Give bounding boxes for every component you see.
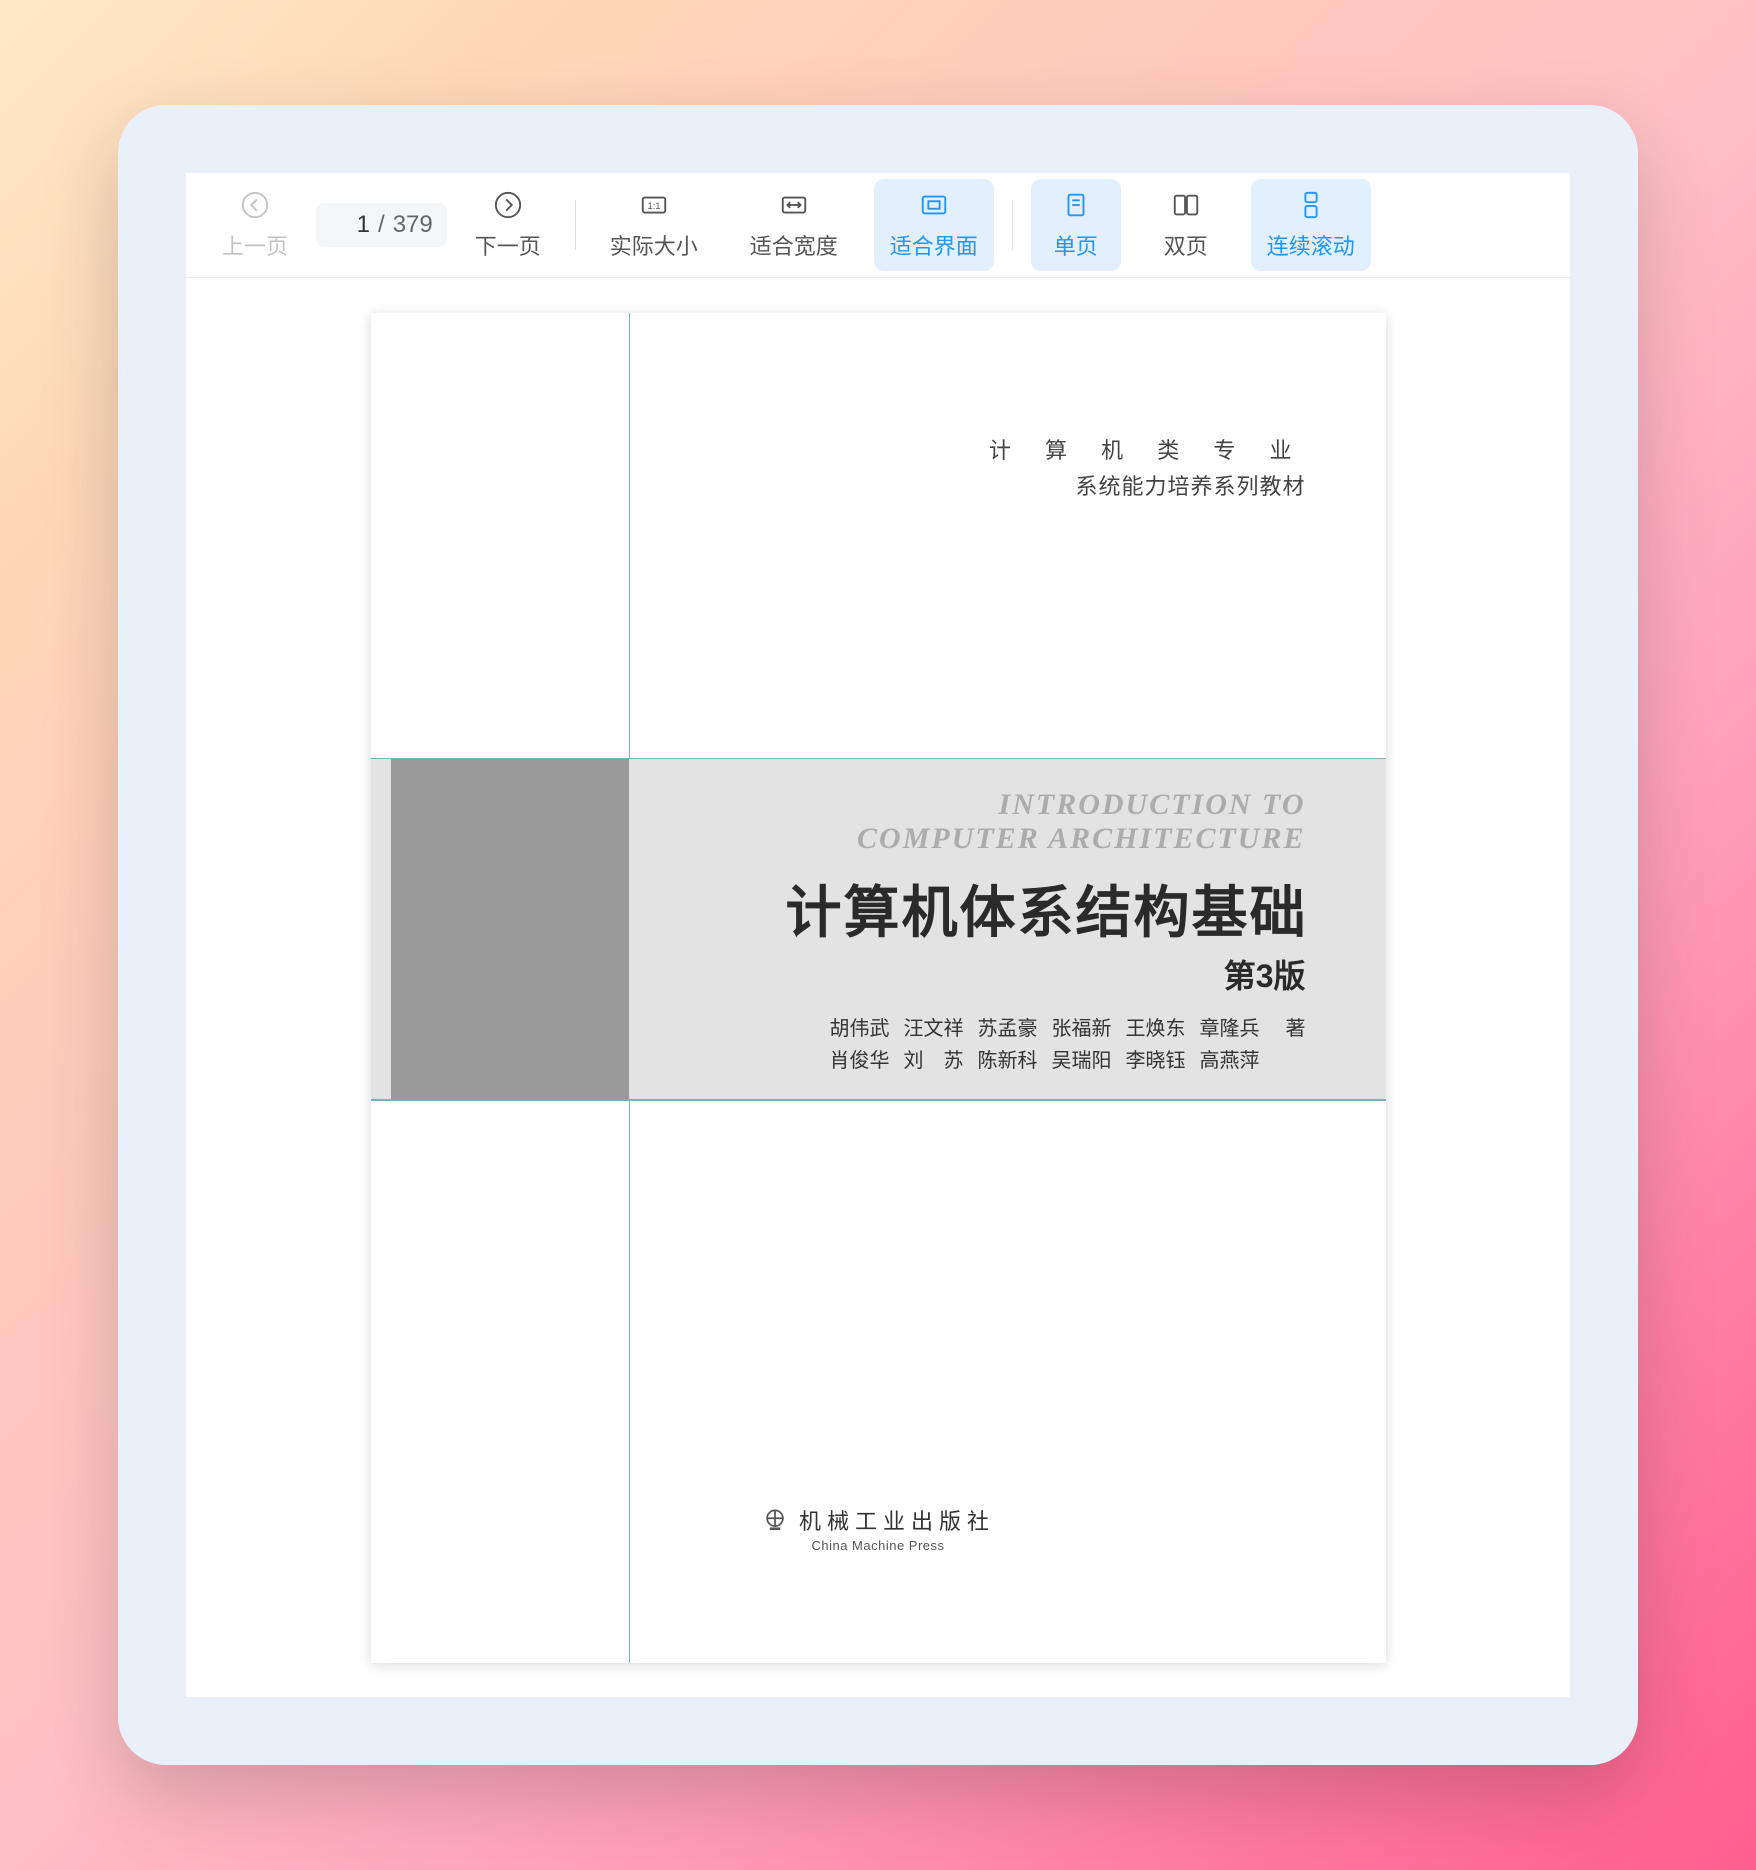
current-page-input[interactable] — [330, 211, 370, 239]
fit-page-button[interactable]: 适合界面 — [874, 179, 994, 271]
series-line-2: 系统能力培养系列教材 — [989, 469, 1306, 501]
author-suffix: 著 — [1286, 1013, 1306, 1045]
double-page-button[interactable]: 双页 — [1141, 179, 1231, 271]
fit-width-label: 适合宽度 — [750, 229, 838, 261]
double-page-label: 双页 — [1164, 229, 1208, 261]
next-page-button[interactable]: 下一页 — [459, 179, 557, 271]
single-page-label: 单页 — [1054, 229, 1098, 261]
continuous-scroll-icon — [1295, 189, 1327, 221]
next-page-label: 下一页 — [475, 229, 541, 261]
fit-width-icon — [778, 189, 810, 221]
publisher-name-en: China Machine Press — [811, 1538, 944, 1553]
series-line-1: 计 算 机 类 专 业 — [989, 433, 1306, 465]
toolbar: 上一页 / 379 下一页 1:1 实际大小 — [186, 173, 1570, 278]
page-separator: / — [378, 211, 385, 239]
series-block: 计 算 机 类 专 业 系统能力培养系列教材 — [989, 433, 1306, 501]
authors-row-2: 肖俊华 刘 苏 陈新科 吴瑞阳 李晓钰 高燕萍 著 — [830, 1045, 1306, 1077]
pdf-viewer: 上一页 / 379 下一页 1:1 实际大小 — [186, 173, 1570, 1697]
publisher-block: 机械工业出版社 China Machine Press — [371, 1504, 1386, 1553]
publisher-logo-icon — [761, 1506, 789, 1534]
english-title-line-2: COMPUTER ARCHITECTURE — [857, 822, 1305, 856]
svg-text:1:1: 1:1 — [647, 201, 660, 211]
single-page-icon — [1060, 189, 1092, 221]
publisher-name-cn: 机械工业出版社 — [799, 1504, 995, 1536]
document-page: 计 算 机 类 专 业 系统能力培养系列教材 INTRODUCTION TO C… — [371, 313, 1386, 1663]
prev-page-button[interactable]: 上一页 — [206, 179, 304, 271]
cover-gray-block — [391, 759, 629, 1099]
authors-row-1: 胡伟武 汪文祥 苏孟豪 张福新 王焕东 章隆兵 著 — [830, 1013, 1306, 1045]
actual-size-button[interactable]: 1:1 实际大小 — [594, 179, 714, 271]
chevron-left-circle-icon — [239, 189, 271, 221]
authors-block: 胡伟武 汪文祥 苏孟豪 张福新 王焕东 章隆兵 著 肖俊华 刘 苏 陈新科 吴瑞… — [830, 1013, 1306, 1077]
toolbar-divider — [575, 200, 576, 250]
edition-label: 第3版 — [1224, 951, 1306, 997]
single-page-button[interactable]: 单页 — [1031, 179, 1121, 271]
chevron-right-circle-icon — [492, 189, 524, 221]
double-page-icon — [1170, 189, 1202, 221]
page-area[interactable]: 计 算 机 类 专 业 系统能力培养系列教材 INTRODUCTION TO C… — [186, 278, 1570, 1697]
total-pages: 379 — [393, 211, 433, 239]
page-number-control[interactable]: / 379 — [316, 203, 447, 247]
chinese-title: 计算机体系结构基础 — [786, 868, 1308, 949]
one-to-one-icon: 1:1 — [638, 189, 670, 221]
english-title: INTRODUCTION TO COMPUTER ARCHITECTURE — [857, 788, 1305, 856]
continuous-scroll-label: 连续滚动 — [1267, 229, 1355, 261]
fit-page-label: 适合界面 — [890, 229, 978, 261]
prev-page-label: 上一页 — [222, 229, 288, 261]
fit-page-icon — [918, 189, 950, 221]
fit-width-button[interactable]: 适合宽度 — [734, 179, 854, 271]
app-window: 上一页 / 379 下一页 1:1 实际大小 — [118, 105, 1638, 1765]
actual-size-label: 实际大小 — [610, 229, 698, 261]
toolbar-divider — [1012, 200, 1013, 250]
cover-divider-horizontal-bottom — [371, 1099, 1386, 1101]
continuous-scroll-button[interactable]: 连续滚动 — [1251, 179, 1371, 271]
english-title-line-1: INTRODUCTION TO — [857, 788, 1305, 822]
